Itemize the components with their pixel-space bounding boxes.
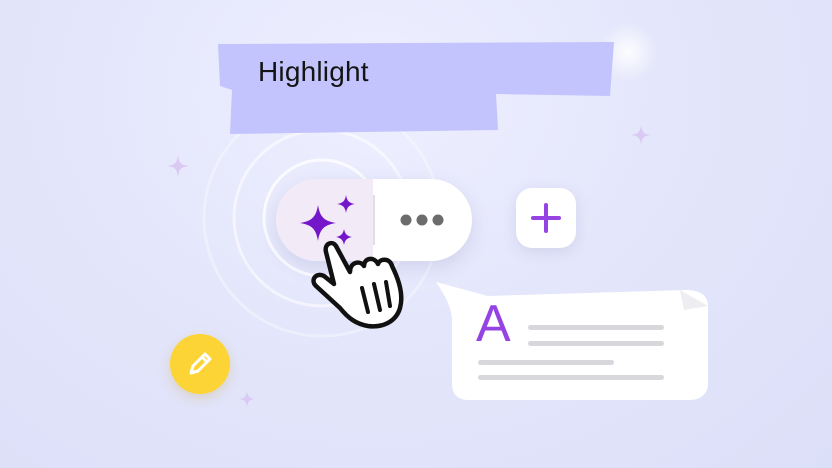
text-line <box>478 360 614 365</box>
sparkle-icon <box>238 390 256 408</box>
plus-icon <box>531 203 561 233</box>
pencil-icon <box>189 352 212 375</box>
add-button[interactable] <box>516 188 576 248</box>
highlight-label: Highlight <box>258 56 369 87</box>
edit-button[interactable] <box>170 334 230 394</box>
text-line <box>528 341 664 346</box>
text-style-letter: A <box>476 295 511 353</box>
more-options-button[interactable] <box>394 205 450 235</box>
text-line <box>528 325 664 330</box>
highlight-tape: Highlight <box>216 40 616 136</box>
more-horizontal-icon <box>400 214 444 226</box>
text-card: A <box>428 280 718 404</box>
sparkle-icon <box>167 155 189 177</box>
hand-pointer-icon <box>311 240 404 329</box>
illustration-scene: Highlight A <box>0 0 832 468</box>
sparkle-icon <box>630 124 652 146</box>
text-line <box>478 375 664 380</box>
